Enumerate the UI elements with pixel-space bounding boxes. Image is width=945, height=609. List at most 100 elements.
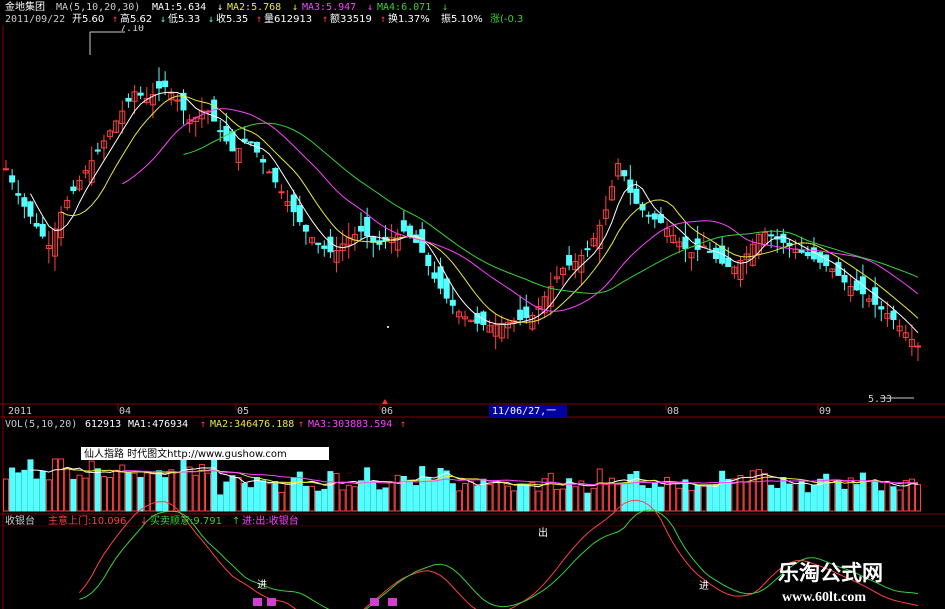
volume-bar (272, 481, 279, 512)
candle-body (706, 250, 713, 253)
volume-bar (333, 473, 340, 512)
volume-bar (768, 484, 775, 512)
volume-bar (309, 485, 316, 512)
header-line-2: 2011/09/22 开5.60 ↑ 高5.62 ↓ 低5.33 ↓ 收5.35… (5, 12, 523, 25)
volume-bar (51, 458, 58, 512)
low-arrow: ↓ (208, 14, 214, 25)
volume-bar (829, 479, 836, 512)
volume-bar (39, 470, 46, 512)
candle-body (645, 214, 652, 217)
volume-bar (204, 472, 211, 512)
candle-body (290, 194, 297, 213)
candle-body (517, 309, 524, 320)
volume-bar (584, 492, 591, 512)
signal-in-marker (370, 598, 379, 606)
stock-name: 金地集团 (5, 0, 45, 13)
candle-body (449, 299, 456, 306)
volume-bar (156, 470, 163, 512)
volume-bar (302, 485, 309, 512)
signal-in-label: 进 (257, 579, 267, 591)
high-arrow: ↓ (160, 14, 166, 25)
volume-bar (149, 472, 156, 512)
volume-bar (559, 488, 566, 512)
ma4-arrow: ↓ (442, 2, 448, 13)
ma3-arrow: ↓ (367, 2, 373, 13)
volume-value: 量612913 (264, 13, 312, 25)
volume-bar (462, 483, 469, 512)
watermark-text: 仙人指路 时代图文http://www.gushow.com (84, 447, 287, 460)
volume-bar (810, 484, 817, 512)
volume-bar (388, 481, 395, 512)
candle-body (315, 242, 322, 245)
volume-bar (651, 482, 658, 512)
date-tick: 2011 (8, 406, 32, 417)
volume-bar (517, 484, 524, 512)
indicator-item-2: 买卖顺意:9.791 (150, 514, 222, 527)
candle-body (94, 149, 101, 152)
candle-body (162, 80, 169, 88)
ma1-value: MA1:5.634 (152, 2, 206, 13)
candle-body (3, 168, 9, 171)
volume-bar (602, 483, 609, 512)
volume-bar (474, 485, 481, 512)
indicator-name: 收银台 (5, 514, 35, 527)
volume-bar (113, 469, 120, 512)
candle-body (437, 266, 444, 289)
volume-bar (9, 467, 16, 512)
header-line-1: 金地集团 MA(5,10,20,30) MA1:5.634 ↓ MA2:5.76… (5, 0, 448, 13)
volume-bar (321, 488, 328, 512)
volume-bar (174, 471, 181, 512)
volume-bar (70, 478, 77, 512)
volume-bar (657, 486, 664, 512)
candle-body (713, 247, 720, 260)
candle-body (725, 257, 732, 268)
volume-bar (235, 476, 242, 512)
stock-chart-canvas[interactable]: 7.10 5.33 2011 04 05 06 08 09 11/06/27,一… (0, 0, 945, 609)
candle-body (15, 193, 22, 196)
candle-body (431, 272, 438, 279)
volume-bar (492, 480, 499, 512)
volume-bar (345, 484, 352, 512)
volume-bar (82, 477, 89, 512)
volume-bar (327, 471, 334, 512)
high-price: 高5.62 (120, 12, 152, 25)
indicator-item-2-arrow: ↑ (232, 516, 240, 527)
candle-body (321, 245, 328, 249)
volume-bar (890, 486, 897, 512)
volume-bar (58, 458, 65, 512)
volume-header: VOL(5,10,20) 612913 MA1:476934 ↑ MA2:346… (5, 419, 406, 430)
indicator-item-1: 主意上门:10.096 (48, 514, 126, 527)
candle-body (9, 175, 16, 183)
volume-bar (33, 478, 40, 512)
candle-body (621, 170, 628, 177)
candle-body (327, 236, 334, 253)
candle-body (278, 191, 285, 194)
date-tick: 06 (381, 406, 393, 417)
ma3-value: MA3:5.947 (302, 2, 356, 13)
volume-bar (455, 490, 462, 512)
volume-bar (376, 489, 383, 512)
turnover-value: 换1.37% (388, 12, 430, 25)
amount-value: 额33519 (330, 12, 372, 25)
candle-body (633, 188, 640, 204)
signal-in-marker (253, 598, 262, 606)
ma1-arrow: ↓ (217, 2, 223, 13)
price-ma3-line (122, 108, 919, 312)
volume-bar (872, 480, 879, 512)
volume-bar (786, 483, 793, 512)
candle-body (400, 220, 407, 232)
volume-bar (743, 481, 750, 512)
candle-body (70, 186, 77, 192)
volume-bar (676, 487, 683, 512)
volume-bar (449, 483, 456, 512)
candle-body (817, 252, 824, 263)
volume-bar (535, 490, 542, 512)
volume-bar (498, 481, 505, 512)
vol-ma1: MA1:476934 (128, 419, 188, 430)
volume-bar (425, 476, 432, 512)
close-arrow: ↑ (256, 14, 262, 25)
volume-bar (351, 486, 358, 512)
volume-bar (186, 466, 193, 512)
volume-bar (504, 485, 511, 512)
ma4-value: MA4:6.071 (377, 2, 431, 13)
